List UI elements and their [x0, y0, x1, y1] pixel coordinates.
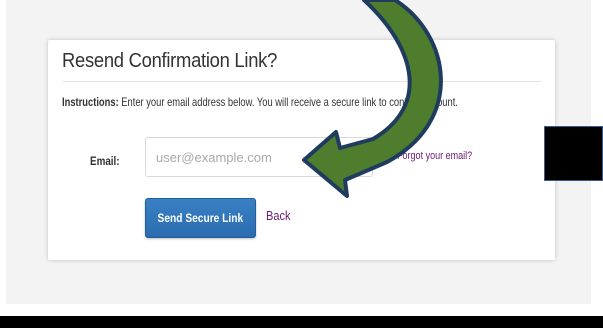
- title-divider: [62, 81, 541, 82]
- resend-confirmation-card: Resend Confirmation Link? Instructions: …: [48, 40, 555, 260]
- instructions-body: Enter your email address below. You will…: [118, 95, 458, 109]
- back-link[interactable]: Back: [266, 208, 291, 223]
- page-title: Resend Confirmation Link?: [62, 50, 278, 72]
- email-field[interactable]: [145, 137, 373, 177]
- redaction-box: [544, 126, 603, 181]
- send-button-label: Send Secure Link: [157, 211, 244, 225]
- email-label: Email:: [90, 154, 120, 168]
- instructions-text: Instructions: Enter your email address b…: [62, 95, 458, 109]
- forgot-email-link[interactable]: Forgot your email?: [397, 150, 472, 162]
- send-secure-link-button[interactable]: Send Secure Link: [145, 198, 256, 238]
- instructions-label: Instructions:: [62, 95, 119, 109]
- bottom-bar: [0, 316, 603, 328]
